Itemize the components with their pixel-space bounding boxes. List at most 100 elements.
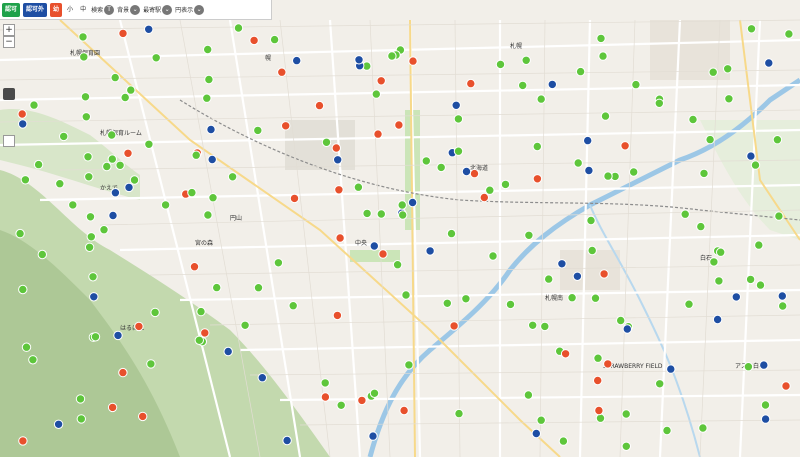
green-childcare-marker-icon[interactable] <box>573 158 583 168</box>
layers-icon[interactable] <box>3 88 15 100</box>
green-childcare-marker-icon[interactable] <box>273 258 284 268</box>
locate-icon[interactable] <box>3 135 15 147</box>
green-childcare-marker-icon[interactable] <box>84 242 95 253</box>
green-childcare-marker-icon[interactable] <box>532 141 542 152</box>
green-childcare-marker-icon[interactable] <box>596 33 606 44</box>
green-childcare-marker-icon[interactable] <box>107 154 118 164</box>
blue-unlicensed-marker-icon[interactable] <box>746 151 756 161</box>
green-childcare-marker-icon[interactable] <box>29 100 39 110</box>
map-canvas[interactable]: STRAWBERRY FIELD 札幌 幌 北海道 中央 札幌保育ルーム 札幌南… <box>0 0 800 457</box>
green-childcare-marker-icon[interactable] <box>600 111 611 121</box>
red-kindergarten-marker-icon[interactable] <box>334 185 344 195</box>
blue-unlicensed-marker-icon[interactable] <box>89 292 99 302</box>
green-childcare-marker-icon[interactable] <box>191 150 201 160</box>
green-childcare-marker-icon[interactable] <box>446 228 457 239</box>
licensed-filter-button[interactable]: 認可 <box>2 2 21 17</box>
red-kindergarten-marker-icon[interactable] <box>466 78 476 89</box>
red-kindergarten-marker-icon[interactable] <box>18 436 28 446</box>
red-kindergarten-marker-icon[interactable] <box>378 249 388 259</box>
green-childcare-marker-icon[interactable] <box>33 159 44 170</box>
green-childcare-marker-icon[interactable] <box>442 298 452 308</box>
red-kindergarten-marker-icon[interactable] <box>123 148 133 159</box>
green-childcare-marker-icon[interactable] <box>544 274 554 284</box>
green-childcare-marker-icon[interactable] <box>59 131 69 142</box>
blue-unlicensed-marker-icon[interactable] <box>206 124 216 135</box>
green-childcare-marker-icon[interactable] <box>755 280 766 290</box>
green-childcare-marker-icon[interactable] <box>160 200 171 210</box>
green-childcare-marker-icon[interactable] <box>716 247 726 257</box>
blue-unlicensed-marker-icon[interactable] <box>666 364 676 374</box>
green-childcare-marker-icon[interactable] <box>754 240 764 250</box>
green-childcare-marker-icon[interactable] <box>696 221 706 232</box>
red-kindergarten-marker-icon[interactable] <box>357 395 367 406</box>
red-kindergarten-marker-icon[interactable] <box>560 349 571 359</box>
green-childcare-marker-icon[interactable] <box>83 152 93 162</box>
circle-display-dropdown[interactable]: 円表示 ⌄ <box>175 4 205 15</box>
green-childcare-marker-icon[interactable] <box>321 137 332 148</box>
green-childcare-marker-icon[interactable] <box>369 388 380 398</box>
green-childcare-marker-icon[interactable] <box>203 210 213 220</box>
green-childcare-marker-icon[interactable] <box>723 64 733 74</box>
red-kindergarten-marker-icon[interactable] <box>314 100 325 111</box>
red-kindergarten-marker-icon[interactable] <box>118 28 128 39</box>
green-childcare-marker-icon[interactable] <box>371 89 381 99</box>
green-childcare-marker-icon[interactable] <box>724 94 734 104</box>
green-childcare-marker-icon[interactable] <box>680 209 690 219</box>
green-childcare-marker-icon[interactable] <box>102 161 112 172</box>
green-childcare-marker-icon[interactable] <box>110 72 120 83</box>
green-childcare-marker-icon[interactable] <box>362 208 372 219</box>
red-kindergarten-marker-icon[interactable] <box>599 269 609 279</box>
green-childcare-marker-icon[interactable] <box>202 93 212 103</box>
nearest-station-dropdown[interactable]: 最寄駅 ⌄ <box>143 4 173 15</box>
red-kindergarten-marker-icon[interactable] <box>376 76 386 86</box>
red-kindergarten-marker-icon[interactable] <box>189 262 200 272</box>
blue-unlicensed-marker-icon[interactable] <box>282 435 292 446</box>
blue-unlicensed-marker-icon[interactable] <box>369 241 379 251</box>
green-childcare-marker-icon[interactable] <box>708 67 718 77</box>
green-childcare-marker-icon[interactable] <box>505 299 516 310</box>
blue-unlicensed-marker-icon[interactable] <box>572 271 583 281</box>
green-childcare-marker-icon[interactable] <box>194 335 205 345</box>
green-childcare-marker-icon[interactable] <box>421 156 431 166</box>
blue-unlicensed-marker-icon[interactable] <box>110 188 121 198</box>
green-childcare-marker-icon[interactable] <box>126 85 136 95</box>
red-kindergarten-marker-icon[interactable] <box>281 121 291 131</box>
search-dropdown[interactable]: 検索 T <box>91 4 115 15</box>
red-kindergarten-marker-icon[interactable] <box>479 192 489 203</box>
red-kindergarten-marker-icon[interactable] <box>373 129 383 139</box>
blue-unlicensed-marker-icon[interactable] <box>764 58 774 68</box>
green-childcare-marker-icon[interactable] <box>387 51 397 61</box>
green-childcare-marker-icon[interactable] <box>203 44 213 55</box>
kindergarten-filter-button[interactable]: 幼 <box>50 2 63 17</box>
green-childcare-marker-icon[interactable] <box>107 130 117 140</box>
blue-unlicensed-marker-icon[interactable] <box>451 100 461 111</box>
blue-unlicensed-marker-icon[interactable] <box>124 182 134 193</box>
green-childcare-marker-icon[interactable] <box>86 232 97 242</box>
green-childcare-marker-icon[interactable] <box>233 23 244 33</box>
green-childcare-marker-icon[interactable] <box>90 332 101 342</box>
blue-unlicensed-marker-icon[interactable] <box>53 419 64 429</box>
green-childcare-marker-icon[interactable] <box>603 171 613 181</box>
green-childcare-marker-icon[interactable] <box>353 182 364 192</box>
blue-unlicensed-marker-icon[interactable] <box>731 292 741 302</box>
blue-unlicensed-marker-icon[interactable] <box>144 24 154 34</box>
green-childcare-marker-icon[interactable] <box>536 94 546 104</box>
green-childcare-marker-icon[interactable] <box>227 172 238 182</box>
green-childcare-marker-icon[interactable] <box>593 353 603 363</box>
red-kindergarten-marker-icon[interactable] <box>603 359 613 369</box>
green-childcare-marker-icon[interactable] <box>500 179 511 190</box>
blue-unlicensed-marker-icon[interactable] <box>531 428 541 439</box>
green-childcare-marker-icon[interactable] <box>698 423 708 433</box>
blue-unlicensed-marker-icon[interactable] <box>557 259 567 269</box>
blue-unlicensed-marker-icon[interactable] <box>622 324 632 334</box>
green-childcare-marker-icon[interactable] <box>540 321 550 332</box>
green-childcare-marker-icon[interactable] <box>144 139 154 150</box>
red-kindergarten-marker-icon[interactable] <box>399 405 409 416</box>
green-childcare-marker-icon[interactable] <box>212 282 222 293</box>
green-childcare-marker-icon[interactable] <box>401 290 411 300</box>
red-kindergarten-marker-icon[interactable] <box>320 392 331 402</box>
zoom-in-button[interactable]: + <box>3 24 15 36</box>
green-childcare-marker-icon[interactable] <box>743 362 754 372</box>
green-childcare-marker-icon[interactable] <box>598 51 608 61</box>
green-childcare-marker-icon[interactable] <box>18 284 28 295</box>
